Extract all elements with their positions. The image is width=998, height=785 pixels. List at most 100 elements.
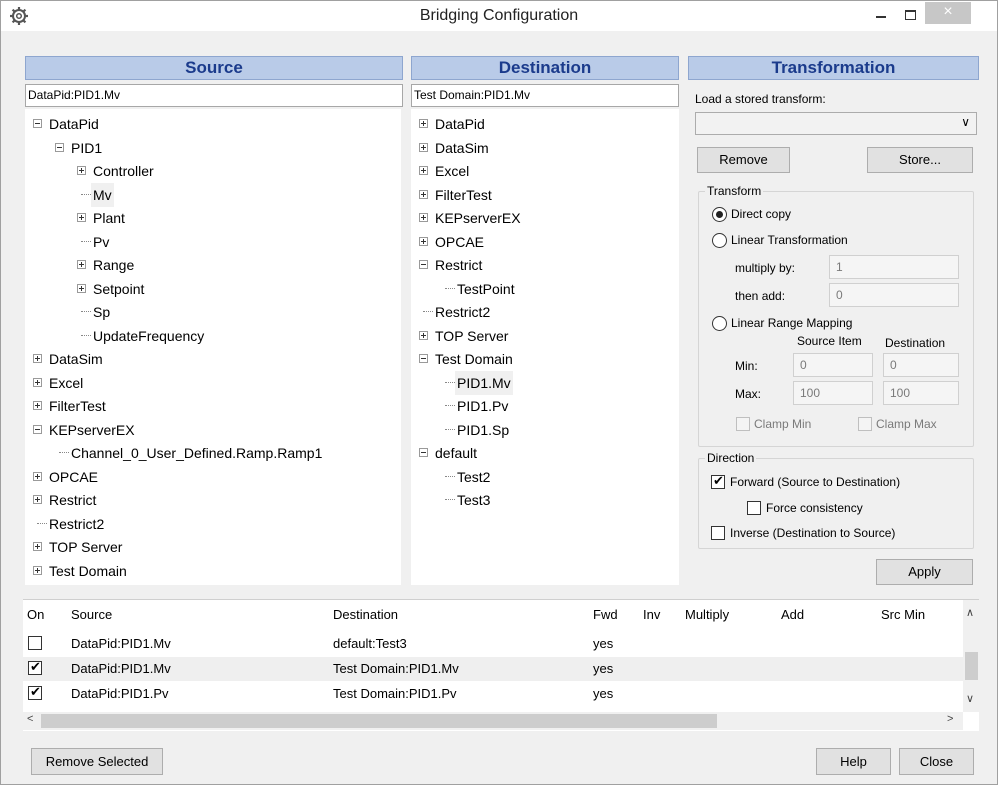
destination-header: Destination (411, 56, 679, 80)
tree-connector (445, 499, 455, 500)
column-header-destination[interactable]: Destination (333, 607, 398, 622)
tree-item-label: Test Domain (435, 351, 513, 367)
then-add-field[interactable]: 0 (829, 283, 959, 307)
destination-tree[interactable]: DataPid DataSim Excel FilterTest KEPserverEX… (411, 109, 679, 585)
close-button[interactable]: Close (899, 748, 974, 775)
row-enabled-checkbox[interactable] (28, 659, 42, 675)
column-header-source[interactable]: Source (71, 607, 112, 622)
clamp-max-checkbox[interactable] (858, 417, 872, 431)
collapse-icon[interactable] (33, 424, 42, 434)
cell-fwd: yes (593, 636, 614, 651)
column-header-on[interactable]: On (27, 607, 44, 622)
expand-icon[interactable] (77, 283, 86, 293)
scroll-down-icon[interactable]: ∨ (966, 692, 974, 705)
scrollbar-thumb[interactable] (41, 714, 717, 728)
linear-transformation-radio[interactable] (712, 233, 727, 248)
source-tree[interactable]: ∧ ∨ DataPid PID1 Controller Mv Plant Pv Range S… (25, 109, 403, 585)
column-header-src-min[interactable]: Src Min (881, 607, 925, 622)
tree-item-label: KEPserverEX (49, 421, 135, 438)
maximize-button[interactable] (897, 1, 925, 31)
forward-checkbox[interactable] (711, 473, 725, 489)
tree-item-label: Sp (93, 304, 111, 320)
apply-button[interactable]: Apply (876, 559, 973, 585)
expand-icon[interactable] (419, 189, 428, 199)
scroll-up-icon[interactable]: ∧ (966, 606, 974, 619)
expand-icon[interactable] (419, 119, 428, 128)
expand-icon[interactable] (33, 377, 42, 387)
destination-max-field[interactable]: 100 (883, 381, 959, 405)
column-header-multiply[interactable]: Multiply (685, 607, 729, 622)
expand-icon[interactable] (77, 213, 86, 222)
column-header-fwd[interactable]: Fwd (593, 607, 618, 622)
expand-icon[interactable] (33, 495, 42, 504)
tree-connector (59, 452, 69, 453)
linear-range-mapping-label: Linear Range Mapping (731, 316, 853, 330)
tree-connector (445, 381, 455, 383)
expand-icon[interactable] (419, 142, 428, 152)
scrollbar-thumb[interactable] (965, 652, 978, 680)
table-horizontal-scrollbar[interactable]: < > (23, 712, 963, 730)
multiply-by-label: multiply by: (735, 261, 796, 275)
collapse-icon[interactable] (55, 142, 64, 152)
close-window-button[interactable]: × (925, 2, 971, 24)
force-consistency-checkbox[interactable] (747, 501, 761, 515)
expand-icon[interactable] (77, 260, 86, 269)
source-min-field[interactable]: 0 (793, 353, 873, 377)
tree-item-label: DataPid (435, 116, 485, 132)
expand-icon[interactable] (419, 213, 428, 222)
tree-item-label: Restrict2 (435, 304, 491, 320)
tree-item-label: KEPserverEX (435, 210, 521, 226)
remove-selected-button[interactable]: Remove Selected (31, 748, 163, 775)
table-vertical-scrollbar[interactable]: ∧ ∨ (963, 600, 979, 712)
tree-item-label: Excel (49, 374, 84, 391)
destination-path-field[interactable]: Test Domain:PID1.Mv (411, 84, 679, 107)
expand-icon[interactable] (77, 166, 86, 175)
tree-item-label: Test Domain (49, 562, 127, 579)
expand-icon[interactable] (33, 354, 42, 363)
clamp-min-checkbox[interactable] (736, 417, 750, 431)
linear-range-mapping-radio[interactable] (712, 316, 727, 331)
collapse-icon[interactable] (419, 448, 428, 457)
collapse-icon[interactable] (419, 354, 428, 363)
source-max-field[interactable]: 100 (793, 381, 873, 405)
scroll-right-icon[interactable]: > (947, 713, 953, 725)
table-row[interactable]: DataPid:PID1.Mv default:Test3 yes (23, 632, 963, 656)
tree-item-label: Test2 (457, 468, 491, 485)
cell-destination: default:Test3 (333, 636, 407, 651)
expand-icon[interactable] (33, 471, 42, 481)
tree-item-label: Restrict2 (49, 515, 105, 532)
store-button[interactable]: Store... (867, 147, 973, 173)
expand-icon[interactable] (419, 330, 428, 340)
source-path-field[interactable]: DataPid:PID1.Mv (25, 84, 403, 107)
help-button[interactable]: Help (816, 748, 891, 775)
tree-connector (81, 334, 91, 336)
destination-min-field[interactable]: 0 (883, 353, 959, 377)
stored-transform-select[interactable]: ∨ (695, 112, 977, 135)
table-row[interactable]: DataPid:PID1.Pv Test Domain:PID1.Pv yes (23, 682, 963, 706)
tree-item-label: Excel (435, 163, 470, 179)
collapse-icon[interactable] (419, 260, 428, 269)
column-header-inv[interactable]: Inv (643, 607, 660, 622)
tree-item-label: FilterTest (435, 186, 492, 203)
expand-icon[interactable] (419, 166, 428, 175)
row-enabled-checkbox[interactable] (28, 684, 42, 700)
expand-icon[interactable] (33, 565, 42, 575)
source-tree-scrollbar[interactable]: ∧ ∨ (401, 109, 403, 585)
remove-button[interactable]: Remove (697, 147, 790, 173)
row-enabled-checkbox[interactable] (28, 636, 42, 650)
inverse-checkbox[interactable] (711, 526, 725, 540)
multiply-by-field[interactable]: 1 (829, 255, 959, 279)
scroll-left-icon[interactable]: < (27, 713, 33, 725)
expand-icon[interactable] (33, 401, 42, 410)
bridges-table[interactable]: On Source Destination Fwd Inv Multiply A… (23, 599, 979, 731)
collapse-icon[interactable] (33, 119, 42, 128)
load-stored-transform-label: Load a stored transform: (695, 92, 826, 106)
column-header-add[interactable]: Add (781, 607, 804, 622)
tree-item-label: Pv (93, 233, 110, 250)
minimize-button[interactable] (867, 1, 895, 31)
table-row[interactable]: DataPid:PID1.Mv Test Domain:PID1.Mv yes (23, 657, 963, 681)
tree-item-label: PID1.Mv (455, 370, 513, 395)
expand-icon[interactable] (33, 542, 42, 551)
direct-copy-radio[interactable] (712, 207, 727, 222)
expand-icon[interactable] (419, 236, 428, 246)
